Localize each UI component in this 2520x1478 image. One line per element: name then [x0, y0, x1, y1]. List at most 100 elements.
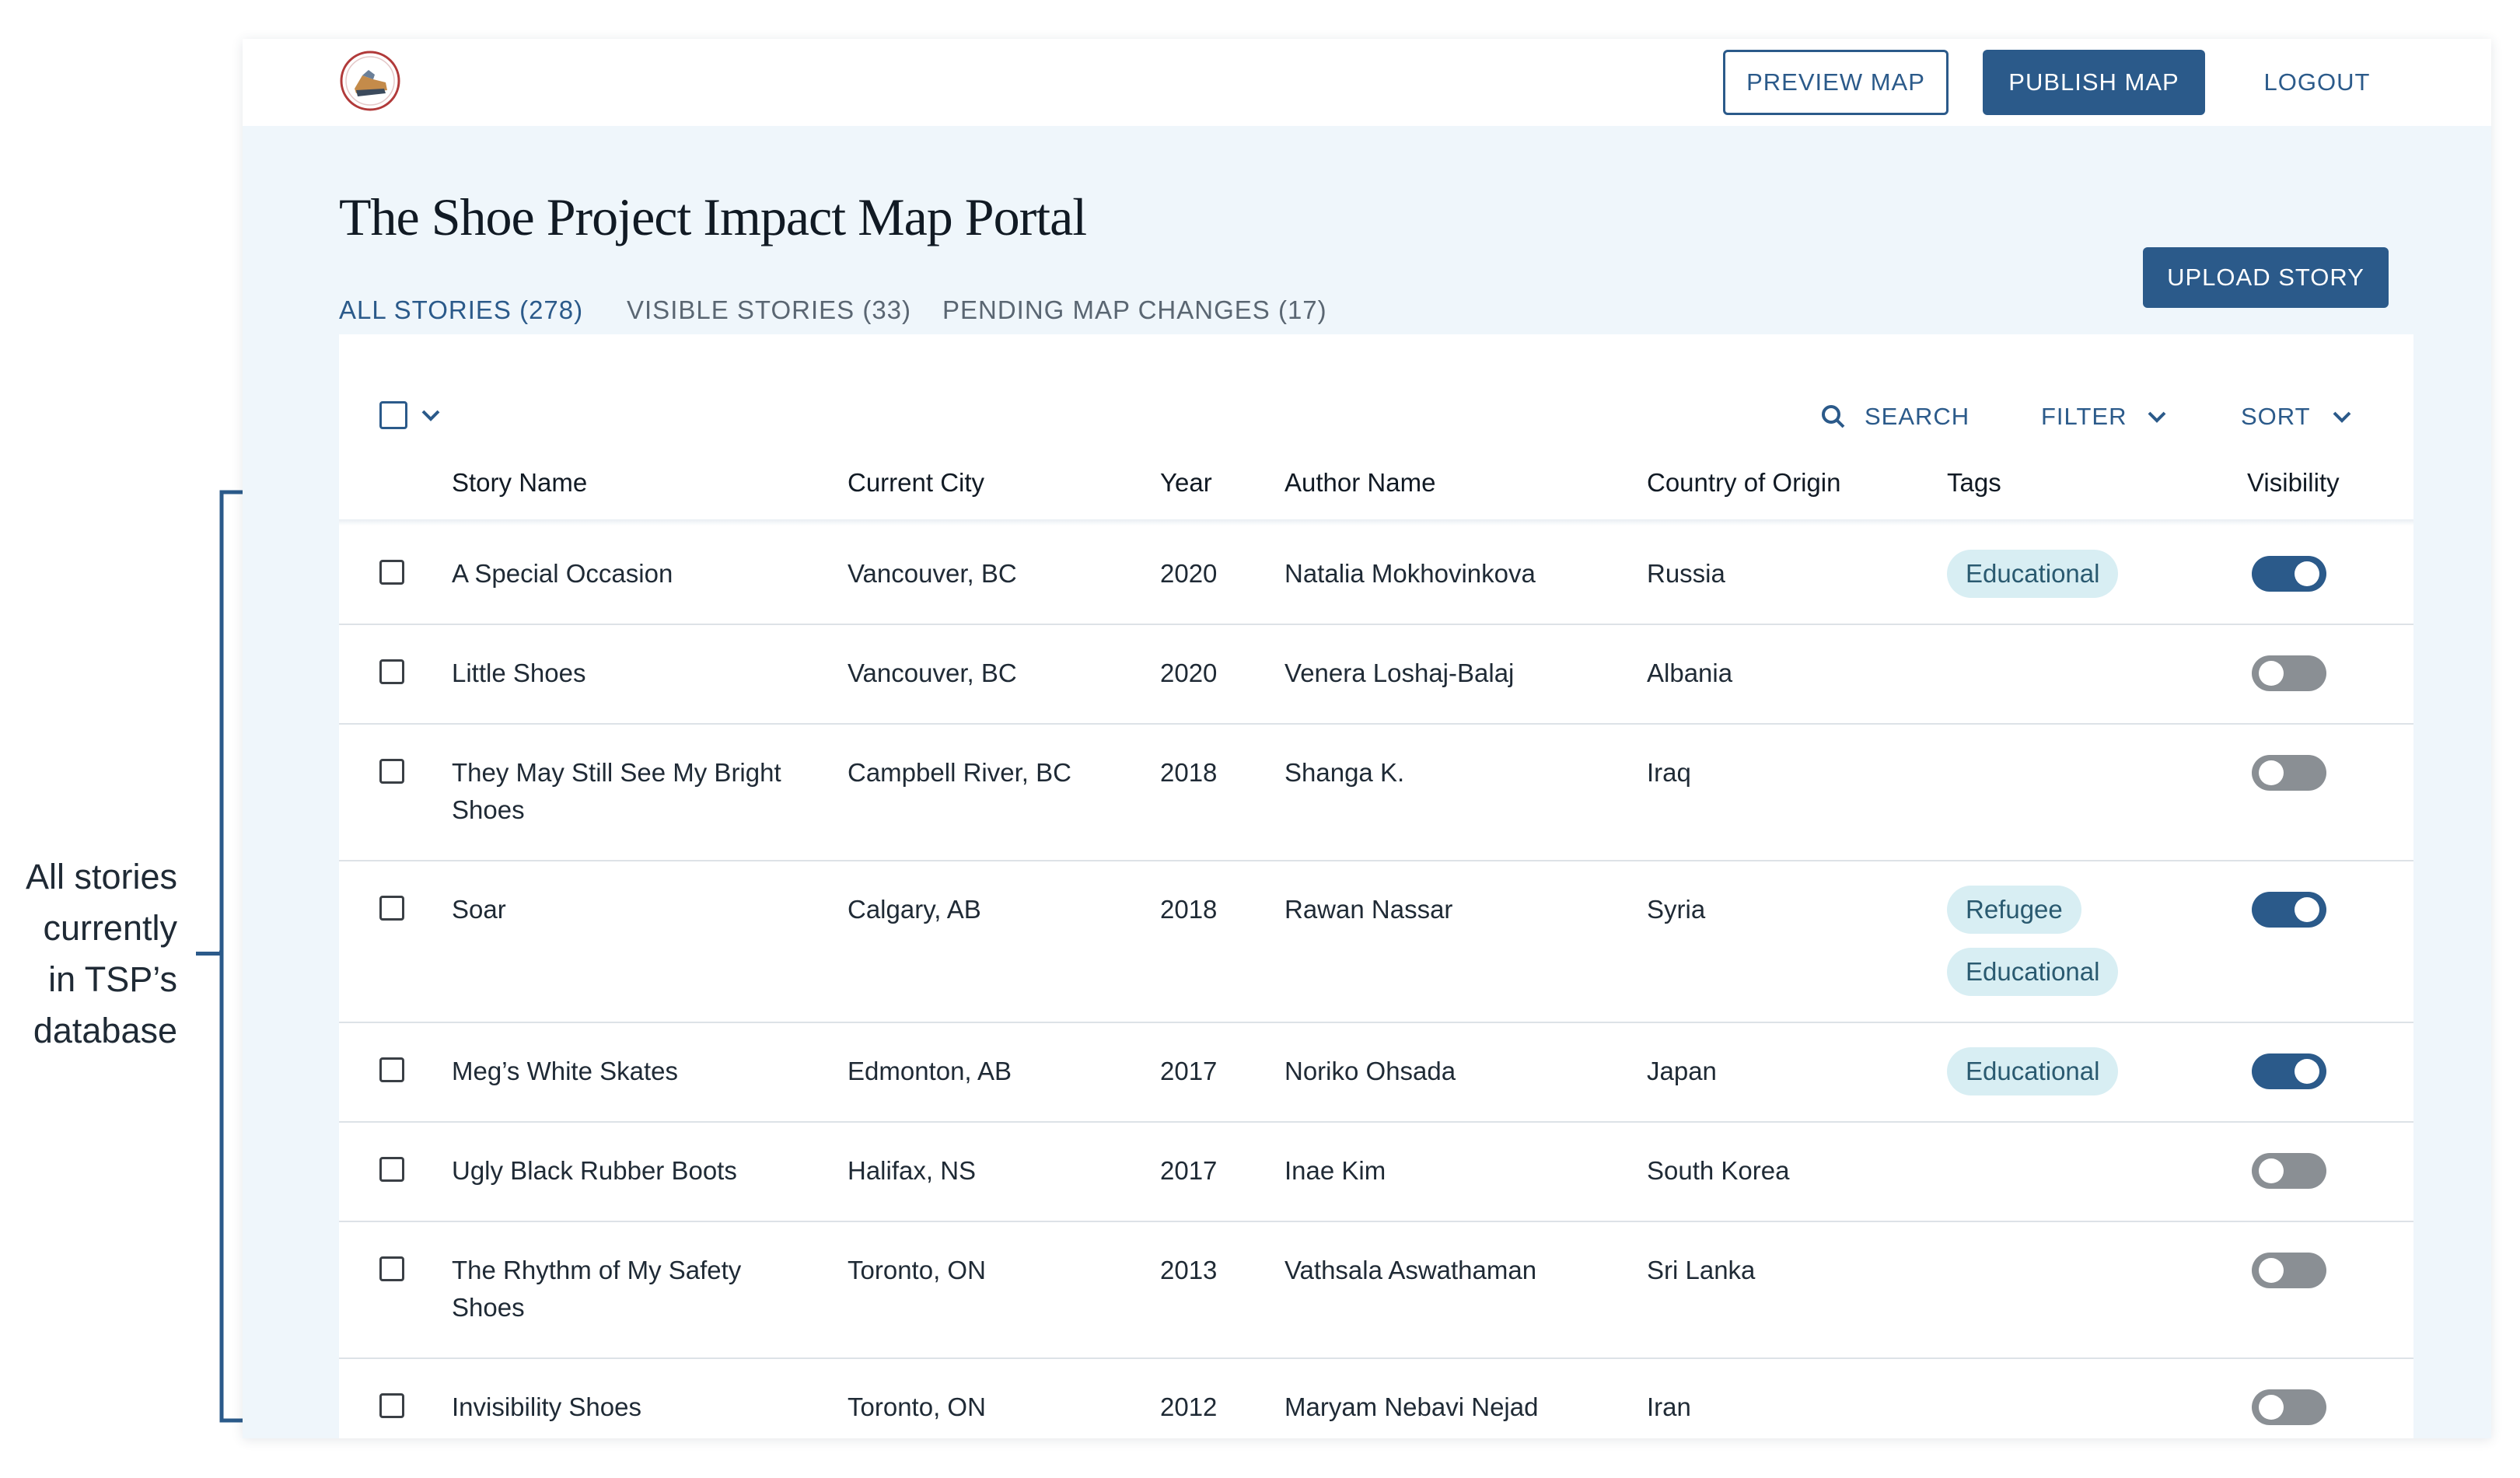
search-icon — [1822, 405, 1845, 428]
toggle-knob — [2259, 1258, 2284, 1283]
story-name[interactable]: Ugly Black Rubber Boots — [452, 1152, 817, 1190]
table-row[interactable]: Soar Calgary, AB 2018 Rawan Nassar Syria… — [339, 861, 2413, 1023]
page-title: The Shoe Project Impact Map Portal — [339, 187, 1087, 246]
table-row[interactable]: A Special Occasion Vancouver, BC 2020 Na… — [339, 526, 2413, 625]
story-name[interactable]: The Rhythm of My Safety Shoes — [452, 1252, 817, 1326]
publish-map-button[interactable]: PUBLISH MAP — [1983, 50, 2205, 115]
current-city: Toronto, ON — [848, 1256, 986, 1284]
column-header-visibility[interactable]: Visibility — [2247, 468, 2340, 498]
column-header-year[interactable]: Year — [1160, 468, 1212, 498]
header-divider — [339, 519, 2413, 526]
country-of-origin: Iraq — [1647, 758, 1691, 787]
current-city: Vancouver, BC — [848, 559, 1017, 588]
chevron-down-icon — [2333, 411, 2350, 423]
year: 2020 — [1160, 559, 1218, 588]
filter-dropdown[interactable]: FILTER — [2041, 403, 2168, 431]
row-checkbox[interactable] — [379, 759, 404, 784]
tab-all-stories[interactable]: ALL STORIES (278) — [339, 295, 584, 339]
annotation-line: database — [33, 1011, 177, 1050]
table-row[interactable]: Ugly Black Rubber Boots Halifax, NS 2017… — [339, 1123, 2413, 1222]
visibility-toggle[interactable] — [2252, 556, 2326, 592]
tab-pending-map-changes[interactable]: PENDING MAP CHANGES (17) — [942, 295, 1327, 336]
toggle-knob — [2259, 760, 2284, 785]
select-all-checkbox[interactable] — [379, 401, 407, 429]
country-of-origin: Russia — [1647, 559, 1725, 588]
column-header-tags[interactable]: Tags — [1947, 468, 2001, 498]
column-header-story-name[interactable]: Story Name — [452, 468, 587, 498]
table-row[interactable]: Meg’s White Skates Edmonton, AB 2017 Nor… — [339, 1023, 2413, 1123]
story-name[interactable]: Little Shoes — [452, 655, 817, 692]
author-name: Vathsala Aswathaman — [1284, 1256, 1537, 1284]
top-bar: PREVIEW MAP PUBLISH MAP LOGOUT — [243, 39, 2491, 126]
country-of-origin: Sri Lanka — [1647, 1256, 1756, 1284]
chevron-down-icon — [2148, 411, 2165, 423]
row-checkbox[interactable] — [379, 560, 404, 585]
column-header-author-name[interactable]: Author Name — [1284, 468, 1435, 498]
tag-badge[interactable]: Educational — [1947, 550, 2119, 598]
year: 2012 — [1160, 1392, 1218, 1421]
annotation-tick — [196, 952, 222, 956]
story-name[interactable]: A Special Occasion — [452, 555, 817, 592]
story-name[interactable]: Invisibility Shoes — [452, 1389, 817, 1426]
logout-button[interactable]: LOGOUT — [2239, 50, 2395, 115]
toggle-knob — [2259, 1158, 2284, 1183]
row-checkbox[interactable] — [379, 659, 404, 684]
year: 2017 — [1160, 1057, 1218, 1085]
row-checkbox[interactable] — [379, 1157, 404, 1182]
annotation-text: All stories currently in TSP’s database — [0, 851, 177, 1057]
row-checkbox[interactable] — [379, 1057, 404, 1082]
column-header-country[interactable]: Country of Origin — [1647, 468, 1840, 498]
author-name: Shanga K. — [1284, 758, 1405, 787]
visibility-toggle[interactable] — [2252, 892, 2326, 928]
visibility-toggle[interactable] — [2252, 1389, 2326, 1425]
table-row[interactable]: The Rhythm of My Safety Shoes Toronto, O… — [339, 1222, 2413, 1359]
story-name[interactable]: They May Still See My Bright Shoes — [452, 754, 817, 829]
visibility-toggle[interactable] — [2252, 1053, 2326, 1089]
author-name: Natalia Mokhovinkova — [1284, 559, 1536, 588]
year: 2020 — [1160, 659, 1218, 687]
chevron-down-icon[interactable] — [420, 406, 442, 425]
row-checkbox[interactable] — [379, 896, 404, 921]
visibility-toggle[interactable] — [2252, 755, 2326, 791]
country-of-origin: Albania — [1647, 659, 1733, 687]
portal-window: PREVIEW MAP PUBLISH MAP LOGOUT The Shoe … — [243, 39, 2491, 1438]
visibility-toggle[interactable] — [2252, 1153, 2326, 1189]
tag-badge[interactable]: Refugee — [1947, 886, 2081, 934]
tag-badge[interactable]: Educational — [1947, 1047, 2119, 1095]
search-button[interactable]: SEARCH — [1819, 403, 1970, 431]
story-name[interactable]: Meg’s White Skates — [452, 1053, 817, 1090]
author-name: Venera Loshaj-Balaj — [1284, 659, 1515, 687]
year: 2018 — [1160, 895, 1218, 924]
year: 2018 — [1160, 758, 1218, 787]
year: 2013 — [1160, 1256, 1218, 1284]
table-row[interactable]: Little Shoes Vancouver, BC 2020 Venera L… — [339, 625, 2413, 725]
toggle-knob — [2295, 897, 2319, 922]
tag-badge[interactable]: Educational — [1947, 948, 2119, 996]
current-city: Vancouver, BC — [848, 659, 1017, 687]
row-checkbox[interactable] — [379, 1393, 404, 1418]
current-city: Toronto, ON — [848, 1392, 986, 1421]
current-city: Edmonton, AB — [848, 1057, 1012, 1085]
sort-dropdown[interactable]: SORT — [2241, 403, 2353, 431]
row-checkbox[interactable] — [379, 1256, 404, 1281]
current-city: Calgary, AB — [848, 895, 981, 924]
filter-label: FILTER — [2041, 403, 2127, 430]
upload-story-button[interactable]: UPLOAD STORY — [2143, 247, 2389, 308]
country-of-origin: South Korea — [1647, 1156, 1790, 1185]
visibility-toggle[interactable] — [2252, 1253, 2326, 1288]
annotation-line: All stories — [25, 857, 177, 896]
year: 2017 — [1160, 1156, 1218, 1185]
search-label: SEARCH — [1865, 403, 1970, 430]
preview-map-button[interactable]: PREVIEW MAP — [1723, 50, 1949, 115]
table-toolbar: SEARCH FILTER SORT Story Name Current Ci… — [339, 334, 2413, 497]
table-row[interactable]: Invisibility Shoes Toronto, ON 2012 Mary… — [339, 1359, 2413, 1438]
current-city: Halifax, NS — [848, 1156, 977, 1185]
shoe-project-logo-icon[interactable] — [339, 50, 401, 112]
visibility-toggle[interactable] — [2252, 655, 2326, 691]
table-row[interactable]: They May Still See My Bright Shoes Campb… — [339, 725, 2413, 861]
story-name[interactable]: Soar — [452, 891, 817, 928]
toggle-knob — [2295, 1059, 2319, 1084]
author-name: Inae Kim — [1284, 1156, 1386, 1185]
tab-visible-stories[interactable]: VISIBLE STORIES (33) — [627, 295, 911, 336]
column-header-current-city[interactable]: Current City — [848, 468, 984, 498]
